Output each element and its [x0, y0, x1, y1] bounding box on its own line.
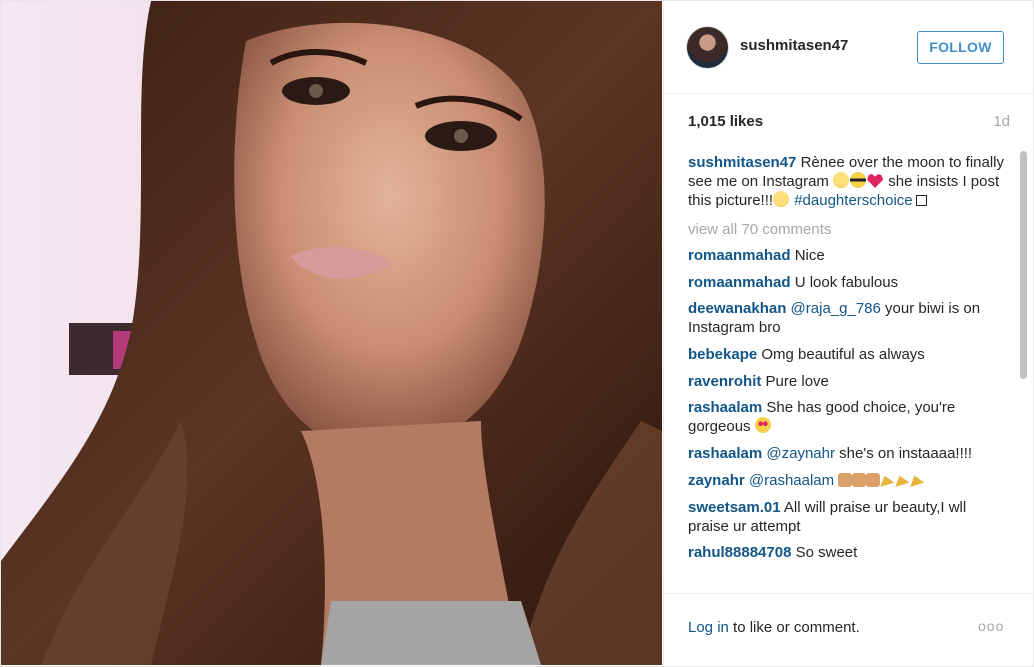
comment-username[interactable]: zaynahr — [688, 472, 745, 489]
party-popper-emoji-icon — [880, 475, 895, 487]
party-popper-emoji-icon — [895, 475, 910, 487]
comment-username[interactable]: bebekape — [688, 346, 757, 363]
follow-button[interactable]: FOLLOW — [917, 31, 1004, 64]
comment-text: Pure love — [765, 372, 829, 390]
likes-count[interactable]: 1,015 likes — [688, 113, 763, 130]
post-caption: sushmitasen47 Rènee over the moon to fin… — [688, 153, 1006, 210]
comment-item: zaynahr @rashaalam — [688, 471, 1006, 490]
comment-item: rahul88884708 So sweet — [688, 543, 1006, 562]
view-all-comments-link[interactable]: view all 70 comments — [688, 220, 1006, 239]
comment-item: sweetsam.01 All will praise ur beauty,I … — [688, 498, 1006, 536]
sunglasses-emoji-icon — [850, 172, 867, 188]
party-popper-emoji-icon — [910, 475, 925, 487]
post-age[interactable]: 1d — [993, 113, 1010, 130]
comment-text: Nice — [794, 247, 825, 264]
post-modal: sushmitasen47 FOLLOW 1,015 likes 1d sush… — [0, 0, 1034, 667]
comment-item: ravenrohit Pure love — [688, 372, 1006, 391]
login-prompt: Log in to like or comment. — [688, 619, 860, 636]
selfie-image — [1, 1, 662, 665]
comment-username[interactable]: rashaalam — [688, 445, 762, 462]
profile-avatar[interactable] — [686, 26, 729, 69]
login-link[interactable]: Log in — [688, 619, 729, 636]
comment-item: romaanmahad Nice — [688, 246, 1006, 265]
comments-scrollbar[interactable] — [1019, 151, 1029, 589]
post-header: sushmitasen47 FOLLOW — [664, 1, 1034, 94]
comment-item: deewanakhan @raja_g_786 your biwi is on … — [688, 299, 1006, 337]
comment-username[interactable]: deewanakhan — [688, 300, 786, 317]
comment-username[interactable]: rahul88884708 — [688, 544, 791, 561]
raised-hands-emoji-icon — [852, 472, 867, 487]
post-username[interactable]: sushmitasen47 — [740, 37, 848, 54]
grinning-emoji-icon — [773, 191, 790, 207]
comment-item: bebekape Omg beautiful as always — [688, 345, 1006, 364]
comment-item: rashaalam @zaynahr she's on instaaaa!!!! — [688, 444, 1006, 463]
comment-username[interactable]: sweetsam.01 — [688, 499, 781, 516]
comment-mention[interactable]: @raja_g_786 — [791, 300, 881, 317]
raised-hands-emoji-icon — [866, 472, 881, 487]
comment-mention[interactable]: @zaynahr — [766, 445, 835, 462]
likes-row: 1,015 likes 1d — [688, 113, 1010, 133]
comment-text: U look fabulous — [794, 273, 899, 291]
comment-username[interactable]: ravenrohit — [688, 373, 761, 390]
comment-username[interactable]: rashaalam — [688, 399, 762, 416]
post-sidebar: sushmitasen47 FOLLOW 1,015 likes 1d sush… — [663, 1, 1034, 667]
post-footer: Log in to like or comment. ooo — [664, 593, 1034, 667]
comment-username[interactable]: romaanmahad — [688, 247, 791, 264]
red-heart-emoji-icon — [867, 174, 884, 188]
unknown-glyph-icon — [915, 195, 927, 206]
scrollbar-thumb[interactable] — [1020, 151, 1027, 379]
caption-username[interactable]: sushmitasen47 — [688, 154, 796, 171]
comment-list[interactable]: sushmitasen47 Rènee over the moon to fin… — [688, 153, 1006, 589]
login-prompt-text: to like or comment. — [728, 619, 860, 636]
comment-mention[interactable]: @rashaalam — [749, 472, 834, 489]
comment-item: rashaalam She has good choice, you're go… — [688, 398, 1006, 436]
comment-text: So sweet — [795, 544, 858, 562]
comment-text: she's on instaaaa!!!! — [834, 445, 973, 463]
post-photo[interactable] — [1, 1, 662, 665]
comment-text: Omg beautiful as always — [761, 346, 925, 364]
comment-username[interactable]: romaanmahad — [688, 274, 791, 291]
raised-hands-emoji-icon — [838, 472, 853, 487]
heart-eyes-emoji-icon — [754, 417, 771, 434]
caption-hashtag[interactable]: #daughterschoice — [794, 192, 912, 209]
grinning-sweat-emoji-icon — [833, 172, 850, 188]
comment-item: romaanmahad U look fabulous — [688, 273, 1006, 292]
more-options-icon[interactable]: ooo — [978, 618, 1004, 634]
